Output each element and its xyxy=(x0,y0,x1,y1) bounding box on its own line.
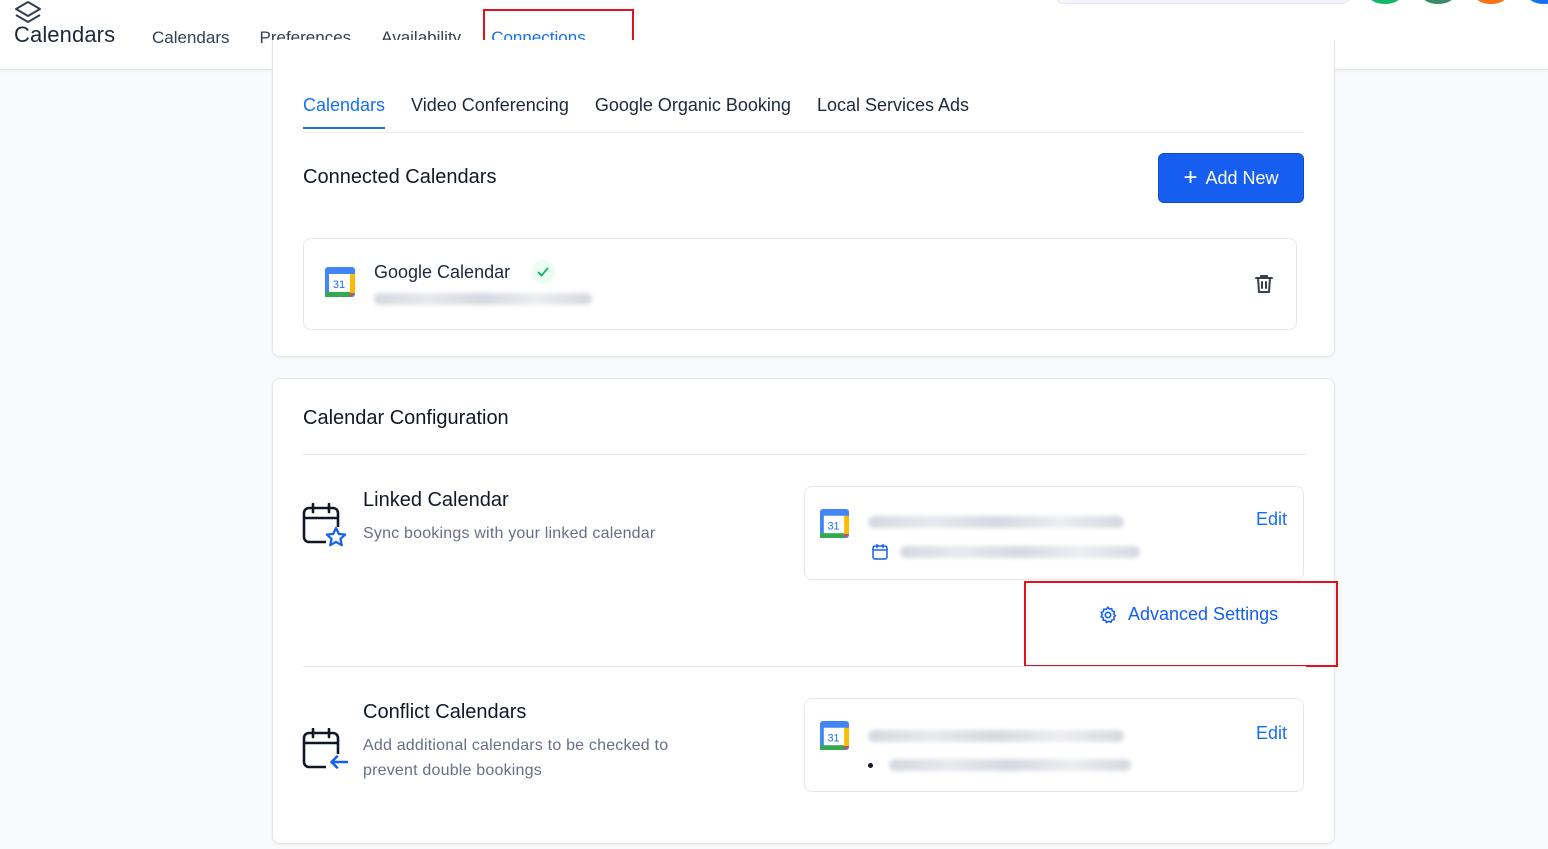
calendar-icon xyxy=(872,543,888,560)
conflict-calendars-description: Add additional calendars to be checked t… xyxy=(363,733,668,783)
plus-icon: + xyxy=(1183,164,1198,191)
avatar[interactable] xyxy=(1421,0,1455,4)
linked-calendar-description: Sync bookings with your linked calendar xyxy=(363,525,656,542)
conflict-description-line: prevent double bookings xyxy=(363,762,542,779)
linked-calendar-box: 31 Edit xyxy=(804,486,1304,580)
delete-icon[interactable] xyxy=(1252,272,1276,296)
divider xyxy=(303,666,1306,667)
google-calendar-icon: 31 xyxy=(819,720,850,751)
calendar-star-icon xyxy=(302,503,348,549)
google-calendar-icon: 31 xyxy=(819,508,850,539)
redacted-email xyxy=(374,293,592,305)
connected-check-icon xyxy=(531,260,555,284)
edit-conflict-calendars-link[interactable]: Edit xyxy=(1256,723,1287,744)
subtab-local-services-ads[interactable]: Local Services Ads xyxy=(817,95,969,129)
conflict-calendars-title: Conflict Calendars xyxy=(363,701,527,723)
add-new-button[interactable]: + Add New xyxy=(1158,153,1304,203)
calendar-name: Google Calendar xyxy=(374,262,511,282)
calendar-arrow-icon xyxy=(302,728,348,770)
subtab-video-conferencing[interactable]: Video Conferencing xyxy=(411,95,569,129)
redacted-email xyxy=(889,759,1131,771)
calendar-icon-number: 31 xyxy=(828,520,840,532)
conflict-calendars-box: 31 Edit xyxy=(804,698,1304,792)
divider xyxy=(303,454,1306,455)
subtab-google-organic-booking[interactable]: Google Organic Booking xyxy=(595,95,791,129)
edit-linked-calendar-link[interactable]: Edit xyxy=(1256,509,1287,530)
connected-calendar-row: 31 Google Calendar xyxy=(303,238,1297,330)
avatar[interactable] xyxy=(1474,0,1508,4)
avatar[interactable] xyxy=(1527,0,1548,4)
calendar-icon-number: 31 xyxy=(828,732,840,744)
avatar[interactable] xyxy=(1368,0,1402,4)
app-title: Calendars xyxy=(14,22,116,47)
subtab-calendars[interactable]: Calendars xyxy=(303,95,386,129)
conflict-description-line: Add additional calendars to be checked t… xyxy=(363,737,669,754)
connection-subtabs: Calendars Video Conferencing Google Orga… xyxy=(303,95,969,129)
connected-calendars-title: Connected Calendars xyxy=(303,166,497,188)
redacted-email xyxy=(868,730,1124,742)
redacted-email xyxy=(900,546,1140,558)
redacted-email xyxy=(868,516,1124,528)
calendar-icon-number: 31 xyxy=(333,279,345,291)
add-new-label: Add New xyxy=(1205,167,1279,188)
divider xyxy=(303,132,1304,133)
calendar-configuration-title: Calendar Configuration xyxy=(303,407,509,429)
linked-calendar-title: Linked Calendar xyxy=(363,489,509,511)
google-calendar-icon: 31 xyxy=(325,267,355,297)
search-input[interactable] xyxy=(1055,0,1351,4)
list-bullet xyxy=(868,763,873,768)
nav-calendars[interactable]: Calendars xyxy=(152,28,230,48)
advanced-settings-highlight xyxy=(1024,581,1338,667)
